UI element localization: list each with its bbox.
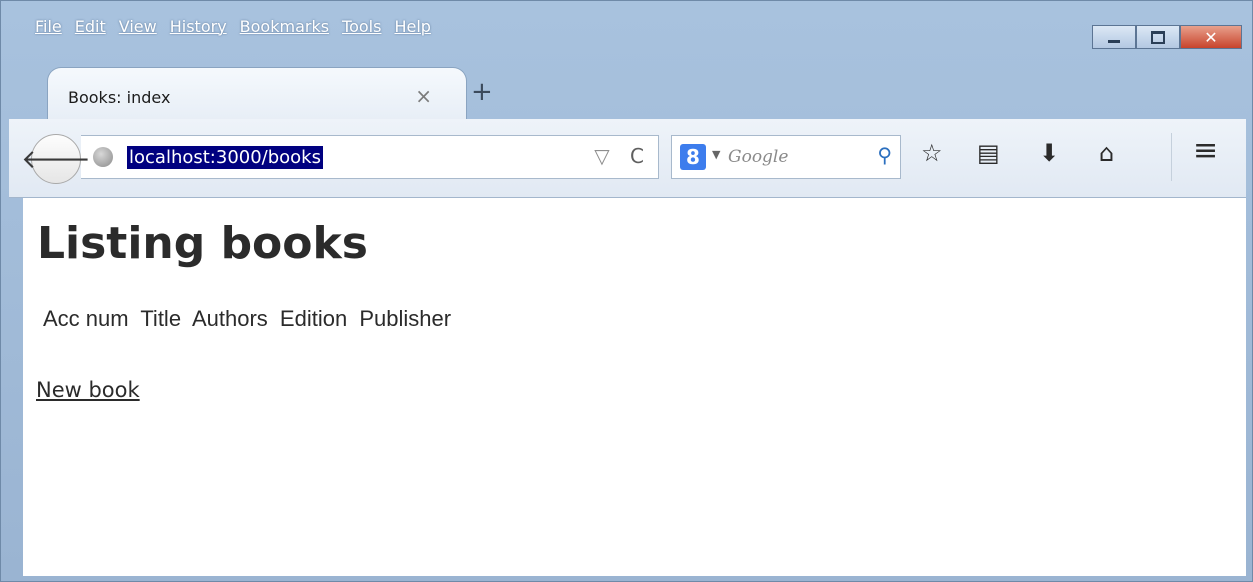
menu-history[interactable]: History <box>170 17 227 36</box>
menu-help[interactable]: Help <box>394 17 430 36</box>
back-arrow-icon: 🡐 <box>21 144 91 175</box>
url-input[interactable]: localhost:3000/books <box>127 146 323 169</box>
window-controls: ✕ <box>1092 25 1242 49</box>
tab-title: Books: index <box>68 88 171 107</box>
minimize-button[interactable] <box>1092 25 1136 49</box>
col-edition: Edition <box>279 306 348 331</box>
site-identity-icon[interactable] <box>93 147 113 167</box>
bookmark-star-icon[interactable]: ☆ <box>921 139 943 167</box>
bookmarks-menu-icon[interactable]: ▤ <box>977 139 1000 167</box>
menu-file[interactable]: File <box>35 17 62 36</box>
url-actions: ▽ C <box>594 144 644 168</box>
search-bar[interactable]: 8 ▼ Google ⚲ <box>671 135 901 179</box>
menu-bookmarks[interactable]: Bookmarks <box>240 17 329 36</box>
toolbar-divider <box>1171 133 1172 181</box>
downloads-icon[interactable]: ⬇ <box>1039 139 1059 167</box>
search-input[interactable]: Google <box>728 147 788 167</box>
menu-edit[interactable]: Edit <box>75 17 106 36</box>
col-publisher: Publisher <box>359 306 452 331</box>
new-book-link[interactable]: New book <box>36 378 140 402</box>
menu-view[interactable]: View <box>119 17 157 36</box>
history-dropdown-icon[interactable]: ▽ <box>594 144 609 168</box>
hamburger-menu-icon[interactable]: ≡ <box>1193 133 1218 168</box>
menu-bar: File Edit View History Bookmarks Tools H… <box>35 17 444 36</box>
page-title: Listing books <box>37 218 368 269</box>
back-button[interactable]: 🡐 <box>21 134 91 184</box>
page-content: Listing books Acc num Title Authors Edit… <box>23 198 1246 576</box>
browser-window: File Edit View History Bookmarks Tools H… <box>0 0 1253 582</box>
maximize-button[interactable] <box>1136 25 1180 49</box>
menu-tools[interactable]: Tools <box>342 17 381 36</box>
tab-books-index[interactable]: Books: index × <box>47 67 467 121</box>
new-tab-icon[interactable]: + <box>471 77 493 107</box>
close-window-button[interactable]: ✕ <box>1180 25 1242 49</box>
search-go-icon[interactable]: ⚲ <box>877 143 892 167</box>
col-acc-num: Acc num <box>43 306 129 331</box>
reload-icon[interactable]: C <box>630 144 644 168</box>
url-bar[interactable]: localhost:3000/books ▽ C <box>81 135 659 179</box>
nav-toolbar: localhost:3000/books ▽ C 🡐 8 ▼ Google ⚲ … <box>9 119 1246 198</box>
col-authors: Authors <box>191 306 268 331</box>
google-engine-icon[interactable]: 8 <box>680 144 706 170</box>
engine-dropdown-icon[interactable]: ▼ <box>712 148 720 161</box>
table-header: Acc num Title Authors Edition Publisher <box>43 306 457 332</box>
home-icon[interactable]: ⌂ <box>1099 139 1114 167</box>
col-title: Title <box>140 306 182 331</box>
close-tab-icon[interactable]: × <box>415 84 432 108</box>
